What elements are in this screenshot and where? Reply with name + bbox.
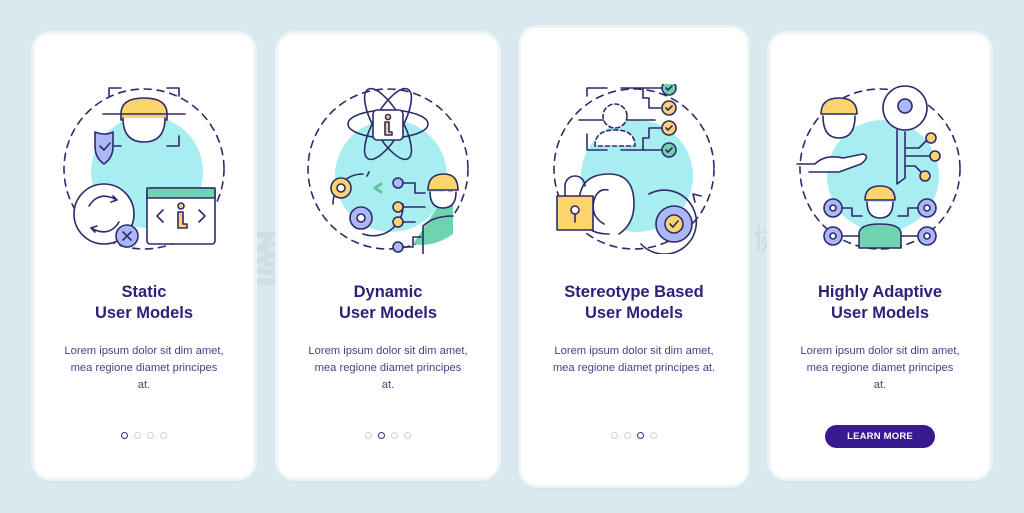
card-title-line: User Models <box>830 304 930 322</box>
card-title-line: Stereotype Based <box>564 283 704 301</box>
face-scan-shield-sync-code-icon <box>63 87 225 250</box>
card-description: Lorem ipsum dolor sit dim amet, mea regi… <box>64 345 224 391</box>
card-description: Lorem ipsum dolor sit dim amet, mea regi… <box>552 345 716 374</box>
card-title-line: User Models <box>94 304 194 322</box>
card-title-line: User Models <box>584 304 684 322</box>
profile-checklist-ear-lock-gear-icon <box>553 84 715 254</box>
card-title: Dynamic User Models <box>278 282 498 324</box>
card-title: Stereotype Based User Models <box>521 282 747 324</box>
card-title: Static User Models <box>34 282 254 324</box>
card-title: Highly Adaptive User Models <box>770 282 990 324</box>
pagination-dot-2[interactable] <box>624 432 631 439</box>
pagination-dots <box>34 432 254 439</box>
onboarding-card-highly-adaptive: Highly Adaptive User Models Lorem ipsum … <box>770 34 990 478</box>
pagination-dot-2[interactable] <box>134 432 141 439</box>
card-title-line: Dynamic <box>353 283 423 301</box>
pagination-dot-4[interactable] <box>650 432 657 439</box>
pagination-dot-2[interactable] <box>378 432 385 439</box>
card-title-line: User Models <box>338 304 438 322</box>
card-description: Lorem ipsum dolor sit dim amet, mea regi… <box>800 345 960 391</box>
pagination-dot-3[interactable] <box>637 432 644 439</box>
learn-more-button[interactable]: LEARN MORE <box>825 425 935 448</box>
card-title-line: Static <box>121 283 167 301</box>
pagination-dot-3[interactable] <box>147 432 154 439</box>
card-title-line: Highly Adaptive <box>817 283 943 301</box>
onboarding-card-static: Static User Models Lorem ipsum dolor sit… <box>34 34 254 478</box>
pagination-dots <box>278 432 498 439</box>
pagination-dot-4[interactable] <box>404 432 411 439</box>
pagination-dot-1[interactable] <box>365 432 372 439</box>
hand-user-key-gears-icon <box>796 85 961 250</box>
pagination-dot-1[interactable] <box>611 432 618 439</box>
onboarding-card-stereotype: Stereotype Based User Models Lorem ipsum… <box>521 28 747 485</box>
atom-gears-user-icon <box>307 87 469 254</box>
pagination-dot-4[interactable] <box>160 432 167 439</box>
pagination-dots <box>521 432 747 439</box>
onboarding-card-dynamic: Dynamic User Models Lorem ipsum dolor si… <box>278 34 498 478</box>
pagination-dot-3[interactable] <box>391 432 398 439</box>
card-description: Lorem ipsum dolor sit dim amet, mea regi… <box>308 345 468 391</box>
pagination-dot-1[interactable] <box>121 432 128 439</box>
